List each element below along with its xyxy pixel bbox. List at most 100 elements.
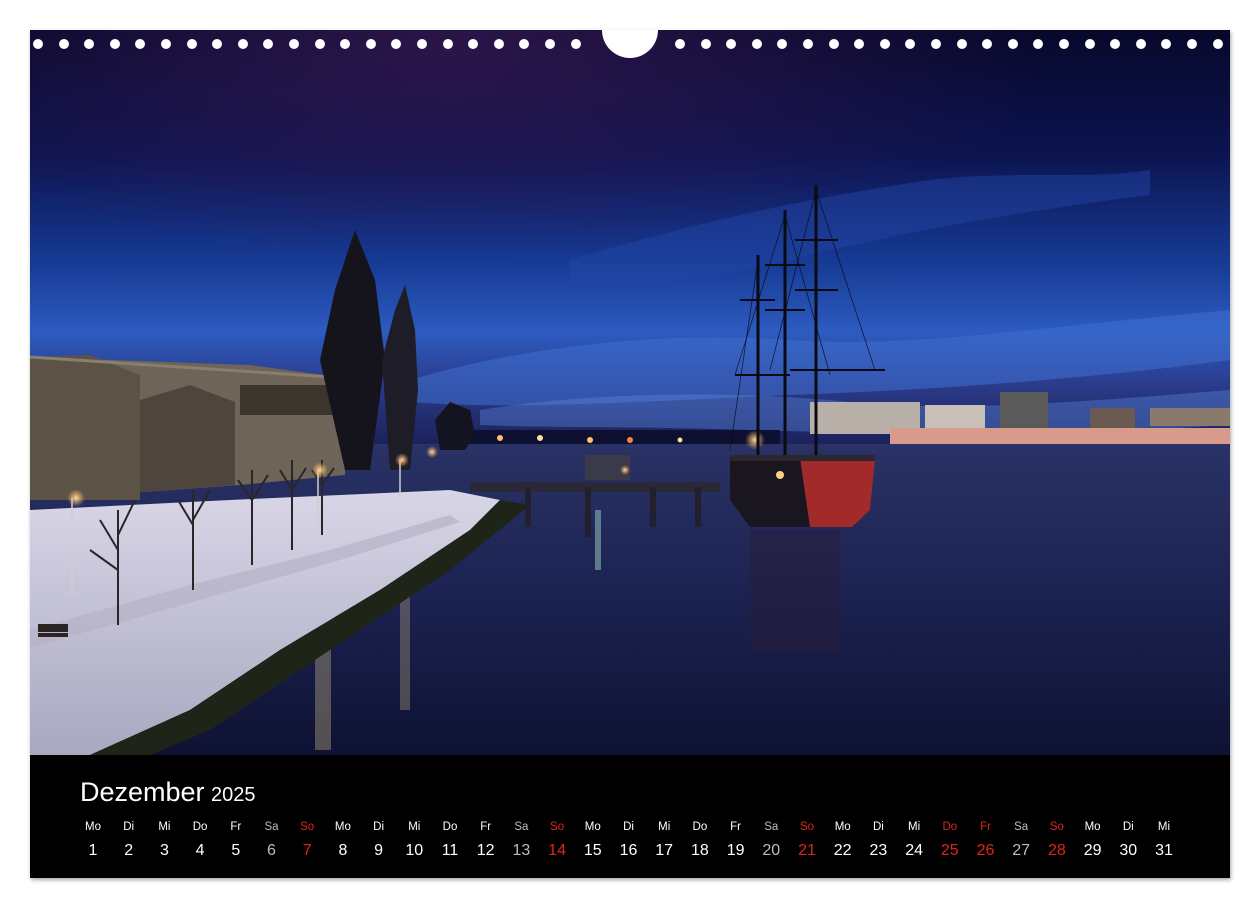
binding-hole [1007,39,1018,49]
weekday-label: Do [692,821,708,833]
day-number: 10 [405,842,424,859]
weekday-label: Do [942,821,958,833]
day-number: 31 [1155,842,1173,859]
binding-hole [365,39,376,49]
weekday-label: Fr [980,821,991,833]
weekday-label: Di [123,821,135,833]
weekday-label: Do [192,821,208,833]
day-number: 9 [374,842,384,859]
weekday-label: Sa [764,821,779,833]
binding-hole [1161,39,1172,49]
weekday-label: Fr [730,821,742,833]
weekday-label: Di [1122,821,1134,833]
binding-hole [828,39,839,49]
year: 2025 [211,784,256,806]
day-number: 15 [583,842,602,859]
weekday-label: Mo [834,821,851,833]
weekday-label: Mi [158,821,171,833]
binding-hole [905,39,916,49]
binding-hole [1135,39,1146,49]
weekday-label: Sa [264,821,279,833]
weekday-label: Mo [1084,821,1101,833]
weekday-label: Mo [85,821,101,833]
binding-hole [493,39,504,49]
binding-hole [135,39,146,49]
weekday-label: Mi [1157,821,1171,833]
day-number: 7 [302,842,312,859]
binding-hole [956,39,967,49]
weekday-label: Mi [408,821,421,833]
binding-hole [161,39,171,49]
binding-hole [391,39,402,49]
month-name: Dezember [80,777,205,807]
binding-hole [1187,39,1197,49]
binding-hole [879,39,890,49]
day-number: 22 [833,842,852,859]
weekday-label: Sa [514,821,529,833]
binding-hole [751,39,762,49]
weekday-label: Fr [230,821,242,833]
month-title: Dezember 2025 [80,777,256,808]
day-number: 28 [1047,842,1066,859]
day-number: 8 [338,842,348,859]
day-number: 26 [976,842,995,859]
day-number: 16 [619,842,638,859]
binding-hole [263,39,274,49]
binding-hole [1084,39,1095,49]
binding-hole [1033,39,1044,49]
binding-hole [468,39,479,49]
binding-hole [570,39,581,49]
weekday-label: Mo [334,821,351,833]
binding-hole [84,39,95,49]
day-number: 25 [940,842,959,859]
binding-hole [33,39,43,49]
binding-hole [212,39,223,49]
day-number: 18 [690,842,709,859]
binding-hole [442,39,453,49]
day-number: 4 [195,842,205,859]
weekday-label: Fr [480,821,492,833]
weekday-label: Di [373,821,385,833]
binding-hole [109,39,120,49]
day-number: 20 [762,842,781,859]
weekday-label: So [799,821,815,833]
day-number: 14 [548,842,566,859]
day-number: 13 [512,842,531,859]
weekday-label: So [550,821,565,833]
binding-hole [931,39,941,49]
weekday-label: Sa [1014,821,1029,833]
day-number: 5 [231,842,241,859]
day-number: 23 [869,842,888,859]
weekday-label: Mi [908,821,921,833]
day-number: 27 [1012,842,1031,859]
day-number: 24 [905,842,923,859]
binding-hole [700,39,711,49]
binding-hole [545,39,555,49]
binding-hole [417,39,427,49]
weekday-label: Di [623,821,634,833]
binding-hole [726,39,737,49]
binding-hole [519,39,530,49]
day-number: 11 [441,842,459,859]
calendar-page: Dezember 2025 Mo 1 Di 2 Mi 3 Do 4 Fr 5 Sa 6 So 7 Mo 8 Di… [30,30,1230,878]
binding-hole [1110,39,1121,49]
binding-hole [58,39,69,49]
binding-hole [340,39,351,49]
weekday-label: Do [442,821,458,833]
day-number: 30 [1119,842,1138,859]
day-number: 6 [267,842,276,859]
binding-hole [982,39,993,49]
day-number: 19 [726,842,745,859]
weekday-label: Di [872,821,884,833]
day-number: 29 [1083,842,1102,859]
day-number: 3 [159,842,169,859]
binding-hole [777,39,788,49]
weekday-label: So [300,821,315,833]
weekday-label: Mi [658,821,671,833]
day-number: 1 [88,842,98,859]
harbor-night-photo [30,30,1230,755]
day-number: 17 [655,842,674,859]
day-number: 12 [476,842,495,859]
binding-hole [314,39,325,49]
binding-hole [1059,39,1069,49]
